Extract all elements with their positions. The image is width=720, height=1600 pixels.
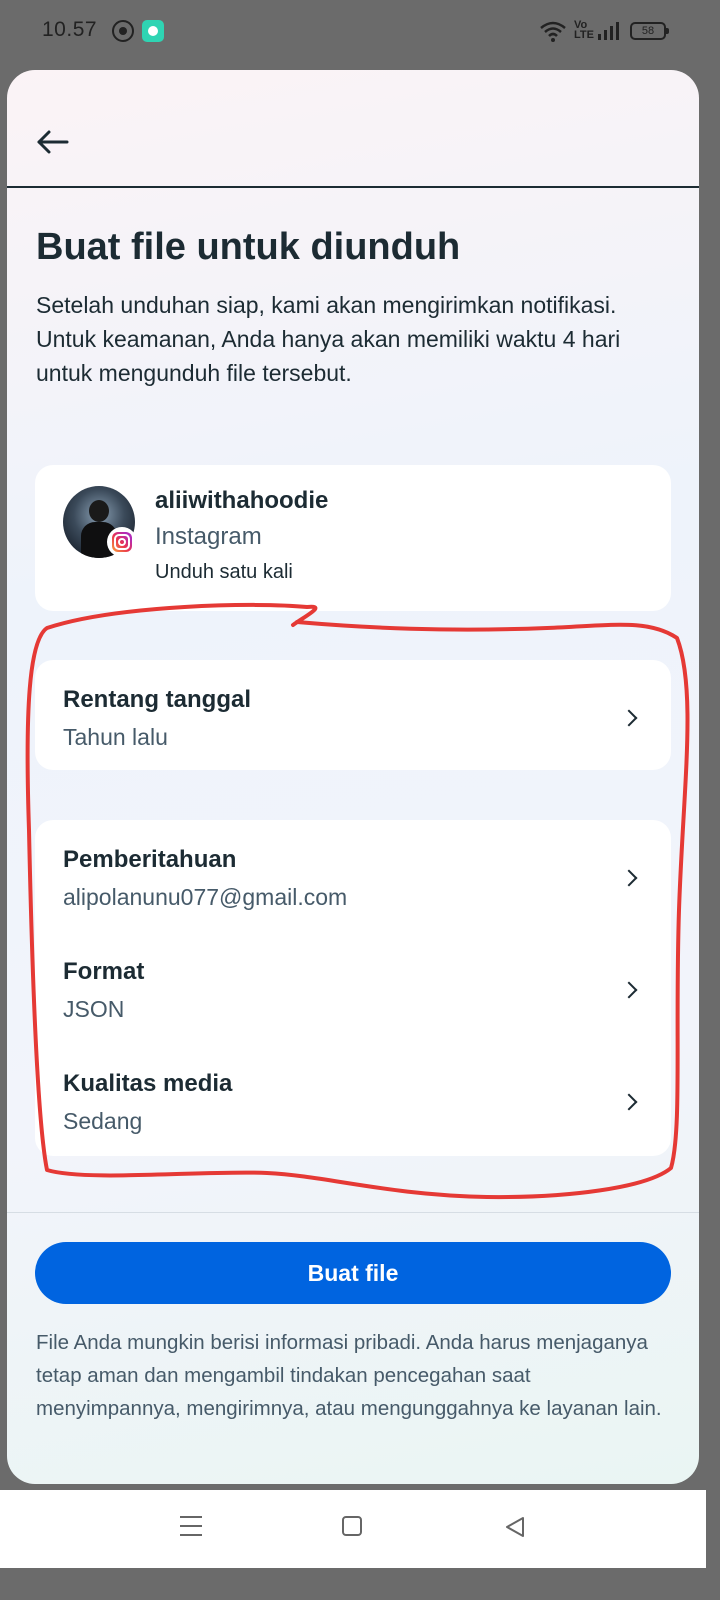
app-notification-icon [142,20,164,42]
create-file-button[interactable]: Buat file [35,1242,671,1304]
media-quality-row[interactable]: Kualitas media Sedang [35,1048,671,1148]
format-row[interactable]: Format JSON [35,936,671,1036]
download-sheet: Buat file untuk diunduh Setelah unduhan … [7,70,699,1484]
chevron-right-icon [620,709,638,727]
format-title: Format [63,958,145,985]
account-card: aliiwithahoodie Instagram Unduh satu kal… [35,465,671,611]
status-bar: 10.57 Vo LTE 58 [0,0,706,62]
date-range-card[interactable]: Rentang tanggal Tahun lalu [35,660,671,770]
page-title: Buat file untuk diunduh [36,226,461,268]
date-range-value: Tahun lalu [63,724,168,750]
format-value: JSON [63,996,125,1022]
date-range-title: Rentang tanggal [63,686,252,713]
download-mode: Unduh satu kali [155,561,293,583]
volte-icon: Vo LTE [574,19,594,41]
status-time: 10.57 [42,18,98,41]
notification-value: alipolanunu077@gmail.com [63,884,348,910]
arrow-left-icon[interactable] [33,122,73,162]
privacy-disclaimer: File Anda mungkin berisi informasi priba… [36,1331,662,1420]
top-bar [7,70,699,188]
recent-apps-icon[interactable] [180,1516,202,1536]
account-platform: Instagram [155,523,262,550]
notification-title: Pemberitahuan [63,846,237,873]
divider [7,1212,699,1213]
date-range-row[interactable]: Rentang tanggal Tahun lalu [35,664,671,764]
chevron-right-icon [620,1093,638,1111]
media-quality-title: Kualitas media [63,1070,233,1097]
settings-card: Pemberitahuan alipolanunu077@gmail.com F… [35,820,671,1156]
media-quality-value: Sedang [63,1108,143,1134]
whatsapp-icon [112,20,134,42]
battery-icon: 58 [630,22,669,40]
back-triangle-icon[interactable] [504,1516,526,1538]
instagram-badge [107,527,137,557]
page-description: Setelah unduhan siap, kami akan mengirim… [36,292,621,386]
notification-row[interactable]: Pemberitahuan alipolanunu077@gmail.com [35,824,671,924]
system-nav-bar [0,1490,706,1568]
home-icon[interactable] [342,1516,362,1536]
wifi-icon [540,21,566,42]
account-username: aliiwithahoodie [155,487,329,514]
signal-icon [598,22,619,40]
chevron-right-icon [620,981,638,999]
chevron-right-icon [620,869,638,887]
instagram-icon [112,532,132,552]
